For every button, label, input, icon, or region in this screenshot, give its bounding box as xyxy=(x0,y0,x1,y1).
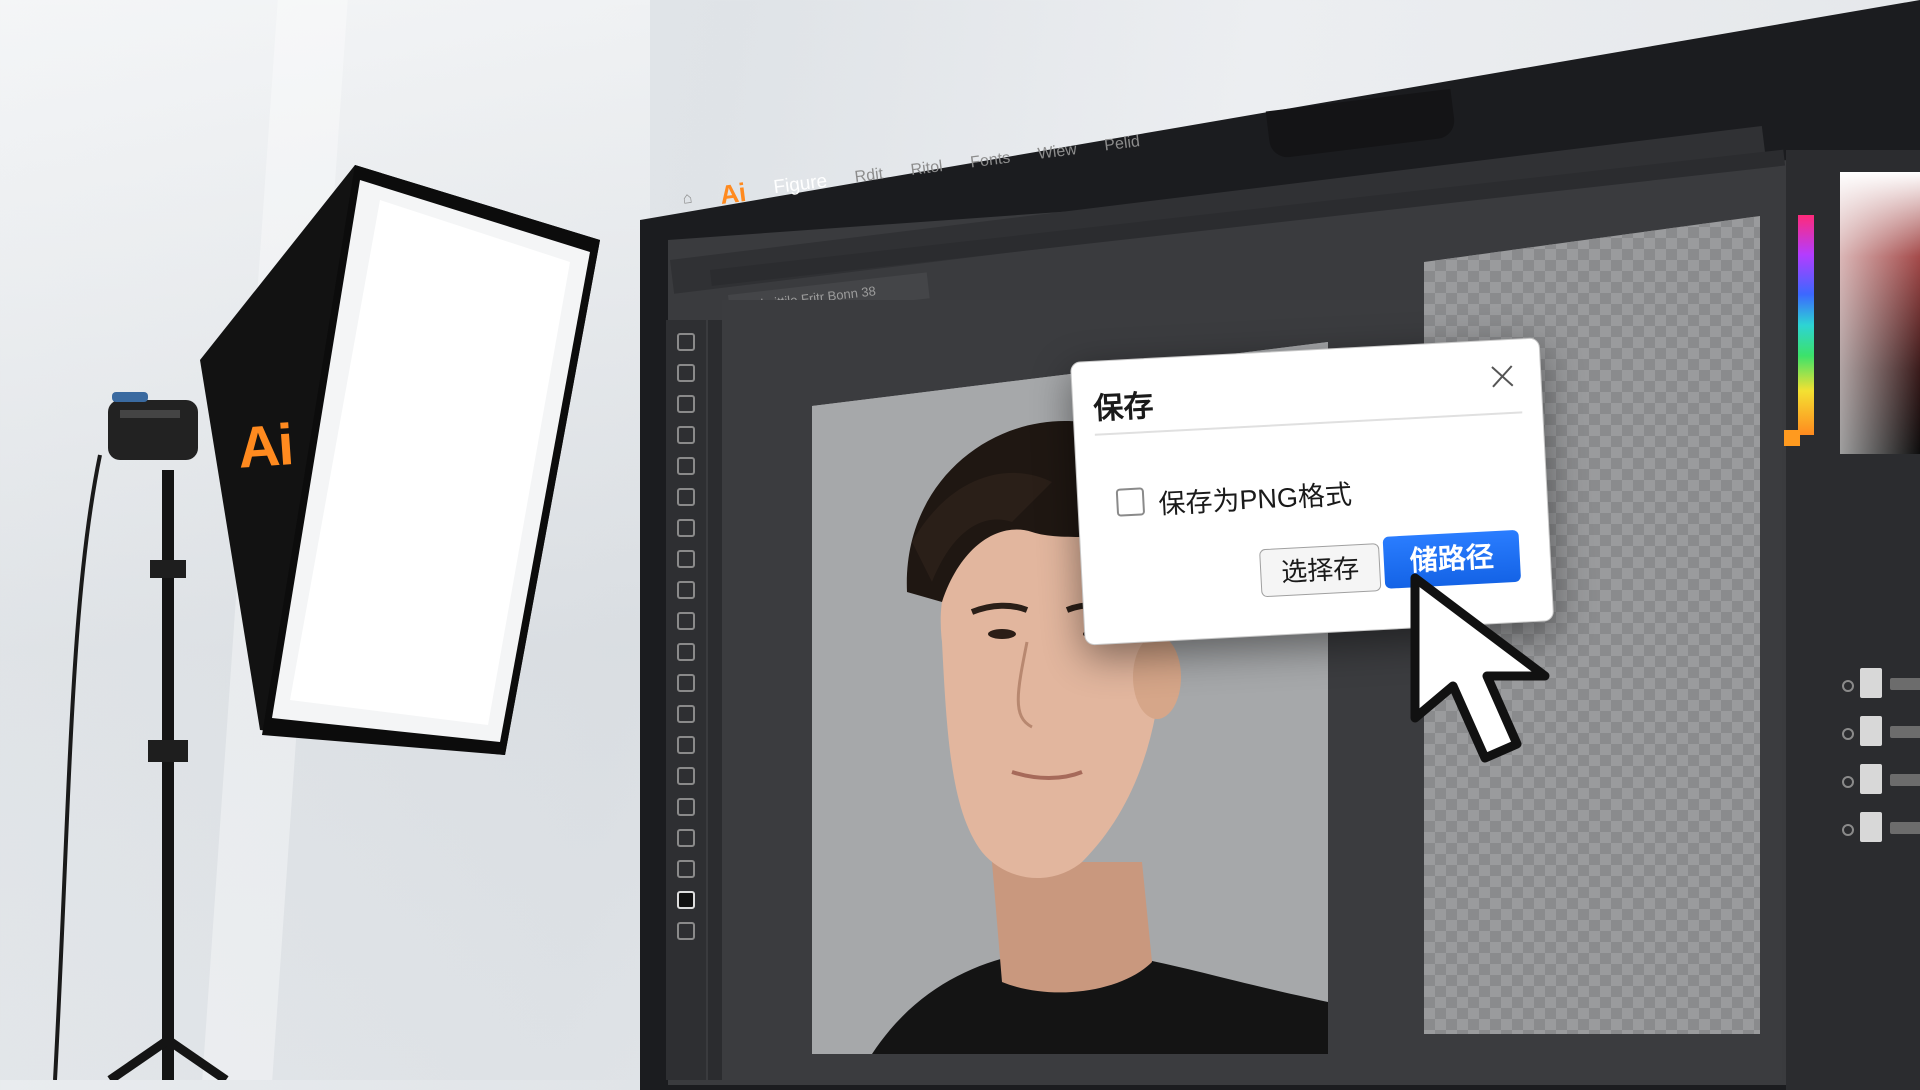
artboard-tool-icon[interactable] xyxy=(677,767,695,785)
layer-label xyxy=(1890,822,1920,834)
menu-item-object[interactable]: Ritol xyxy=(910,158,944,180)
fill-stroke-icon[interactable] xyxy=(677,891,695,909)
dialog-divider xyxy=(1094,411,1523,436)
save-as-png-label: 保存为PNG格式 xyxy=(1157,479,1353,520)
brush-tool-icon[interactable] xyxy=(677,488,695,506)
choose-save-button[interactable]: 选择存 xyxy=(1259,543,1382,598)
layer-label xyxy=(1890,726,1920,738)
rotate-tool-icon[interactable] xyxy=(677,550,695,568)
softbox-brand-logo: Ai xyxy=(235,412,295,481)
menu-item-figure[interactable]: Figure xyxy=(772,171,828,200)
layer-label xyxy=(1890,678,1920,690)
layer-thumbnail[interactable] xyxy=(1860,668,1882,698)
layer-visibility-icon[interactable] xyxy=(1842,824,1854,836)
slice-tool-icon[interactable] xyxy=(677,798,695,816)
scale-tool-icon[interactable] xyxy=(677,581,695,599)
gradient-tool-icon[interactable] xyxy=(677,674,695,692)
menu-item-fonts[interactable]: Fonts xyxy=(969,150,1011,173)
layer-thumbnail[interactable] xyxy=(1860,812,1882,842)
hue-slider[interactable] xyxy=(1798,215,1814,435)
direct-select-tool-icon[interactable] xyxy=(677,364,695,382)
arrow-cursor-icon xyxy=(1410,573,1550,763)
ruler-vertical xyxy=(708,320,722,1080)
hand-tool-icon[interactable] xyxy=(677,829,695,847)
menu-item-view[interactable]: Wiew xyxy=(1037,141,1078,164)
layer-visibility-icon[interactable] xyxy=(1842,728,1854,740)
eyedropper-tool-icon[interactable] xyxy=(677,705,695,723)
selection-tool-icon[interactable] xyxy=(677,333,695,351)
pen-tool-icon[interactable] xyxy=(677,395,695,413)
screen-mode-icon[interactable] xyxy=(677,922,695,940)
app-logo: Ai xyxy=(718,176,748,210)
pencil-tool-icon[interactable] xyxy=(677,426,695,444)
blend-tool-icon[interactable] xyxy=(677,736,695,754)
layer-thumbnail[interactable] xyxy=(1860,716,1882,746)
save-as-png-checkbox[interactable] xyxy=(1115,487,1146,517)
menu-item-edit[interactable]: Rdit xyxy=(854,166,884,187)
menu-home-icon[interactable]: ⌂ xyxy=(682,190,694,209)
width-tool-icon[interactable] xyxy=(677,612,695,630)
dialog-title: 保存 xyxy=(1092,389,1155,426)
tools-panel xyxy=(666,320,706,1080)
rectangle-tool-icon[interactable] xyxy=(677,457,695,475)
zoom-tool-icon[interactable] xyxy=(677,860,695,878)
color-picker[interactable] xyxy=(1840,172,1920,454)
layer-thumbnail[interactable] xyxy=(1860,764,1882,794)
layer-visibility-icon[interactable] xyxy=(1842,680,1854,692)
eraser-tool-icon[interactable] xyxy=(677,519,695,537)
close-icon[interactable] xyxy=(1483,357,1521,395)
layer-visibility-icon[interactable] xyxy=(1842,776,1854,788)
hue-slider-handle[interactable] xyxy=(1784,430,1800,446)
menu-item-panel[interactable]: Pelid xyxy=(1103,133,1141,155)
shape-builder-tool-icon[interactable] xyxy=(677,643,695,661)
layer-label xyxy=(1890,774,1920,786)
